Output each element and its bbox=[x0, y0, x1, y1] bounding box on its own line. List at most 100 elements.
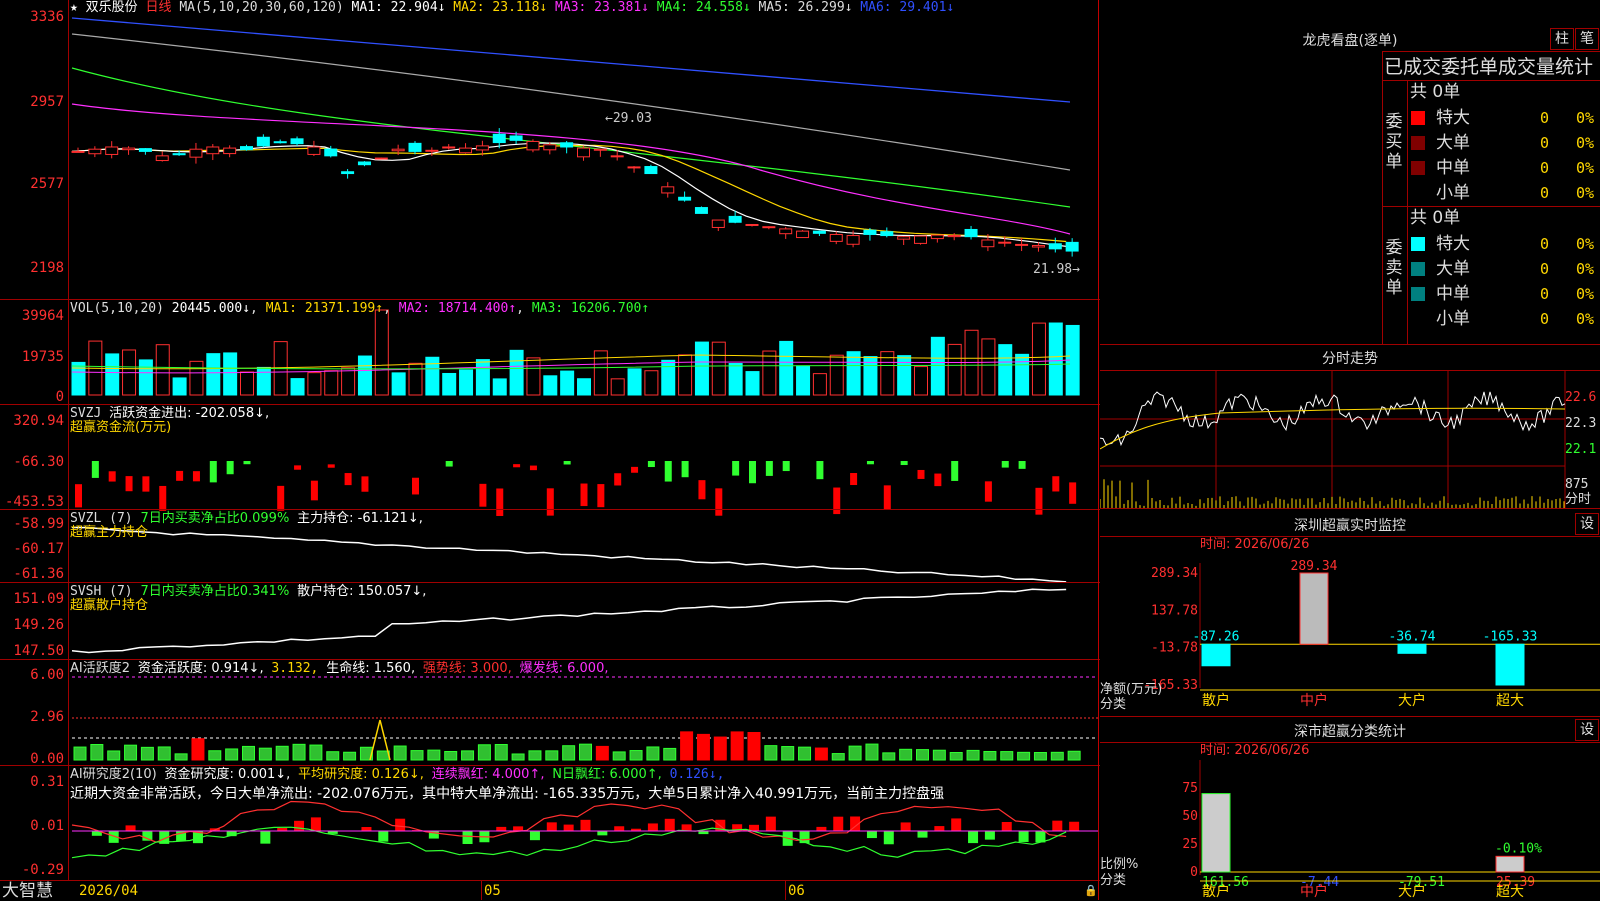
divider bbox=[1382, 51, 1600, 52]
activity-bar bbox=[344, 752, 356, 760]
volume-bar bbox=[578, 379, 591, 395]
research-bar bbox=[547, 822, 557, 831]
research-bar bbox=[395, 819, 405, 831]
activity-bar bbox=[209, 751, 221, 760]
activity-bar bbox=[967, 750, 979, 760]
ai1-burst: 爆发线: 6.000, bbox=[520, 661, 609, 676]
vol-header: VOL(5,10,20) 20445.000↓, MA1: 21371.199↑… bbox=[70, 302, 649, 316]
bar-value-label: 289.34 bbox=[1291, 559, 1338, 574]
research-bar bbox=[1052, 821, 1062, 831]
candle bbox=[915, 236, 927, 243]
activity-bar bbox=[731, 732, 743, 760]
order-count: 0 bbox=[1540, 156, 1549, 180]
volume-bar bbox=[830, 355, 843, 395]
ai1-title: AI活跃度2 bbox=[70, 661, 130, 676]
flow-bar bbox=[193, 471, 200, 481]
volume-bar bbox=[460, 370, 473, 395]
flow-bar bbox=[934, 474, 941, 487]
ma3-line bbox=[72, 104, 1070, 234]
sz-monitor-chart: 289.34137.78-13.78-165.33-87.26散户289.34中… bbox=[1100, 553, 1600, 713]
candle bbox=[342, 172, 354, 174]
divider bbox=[1407, 80, 1408, 344]
flow-bar bbox=[951, 461, 958, 481]
intraday-title: 分时走势 bbox=[1100, 348, 1600, 368]
flow-bar bbox=[1052, 476, 1059, 491]
activity-bar bbox=[546, 751, 558, 760]
y-tick: -0.29 bbox=[0, 862, 64, 878]
activity-bar bbox=[1001, 752, 1013, 760]
order-category: 小单 bbox=[1436, 181, 1470, 205]
activity-bar bbox=[1034, 753, 1046, 760]
category-label: 散户 bbox=[1202, 692, 1230, 709]
order-count: 0 bbox=[1540, 106, 1549, 130]
monitor-bar bbox=[1398, 644, 1426, 653]
y-tick: 22.3 bbox=[1565, 417, 1596, 431]
activity-bar bbox=[1018, 752, 1030, 760]
order-count: 0 bbox=[1540, 232, 1549, 256]
research-bar bbox=[682, 824, 692, 831]
candle bbox=[460, 148, 472, 153]
candle bbox=[662, 187, 674, 193]
period-label[interactable]: 日线 bbox=[146, 0, 172, 15]
sz-monitor-settings-button[interactable]: 设 bbox=[1575, 513, 1599, 535]
brand-logo[interactable]: 大智慧 bbox=[2, 882, 53, 900]
activity-bar bbox=[815, 748, 827, 760]
candle bbox=[999, 242, 1011, 243]
flow-bar bbox=[850, 473, 857, 485]
activity-bar bbox=[394, 746, 406, 760]
volume-bar bbox=[207, 354, 220, 395]
research-bar bbox=[361, 827, 371, 831]
order-percent: 0% bbox=[1576, 156, 1594, 180]
activity-bar bbox=[765, 746, 777, 760]
activity-bar bbox=[243, 746, 255, 760]
candle bbox=[173, 154, 185, 155]
flow-bar bbox=[412, 478, 419, 495]
candle bbox=[898, 237, 910, 239]
intraday-chart[interactable] bbox=[1100, 371, 1600, 508]
stock-name[interactable]: 双乐股份 bbox=[86, 0, 138, 15]
main-holding-line bbox=[72, 528, 1066, 582]
order-category: 大单 bbox=[1436, 131, 1470, 155]
candle bbox=[611, 156, 623, 157]
bar-mode-button[interactable]: 柱 bbox=[1550, 28, 1574, 50]
candle bbox=[241, 147, 253, 150]
category-swatch bbox=[1411, 136, 1425, 150]
activity-bar bbox=[445, 752, 457, 760]
volume-bar bbox=[746, 372, 759, 395]
candle bbox=[830, 234, 842, 241]
volume-bar bbox=[392, 373, 405, 395]
ma5-line bbox=[72, 34, 1070, 170]
lock-icon[interactable]: 🔒 bbox=[1084, 884, 1098, 897]
volume-bar bbox=[527, 358, 540, 395]
candle bbox=[1016, 244, 1028, 245]
divider bbox=[0, 299, 1100, 300]
activity-bar bbox=[293, 744, 305, 760]
class-bar bbox=[1202, 794, 1230, 872]
research-bar bbox=[564, 825, 574, 831]
candle bbox=[881, 232, 893, 236]
ma4-value: MA4: 24.558↓ bbox=[657, 0, 751, 15]
axis-line bbox=[68, 0, 69, 880]
activity-bar bbox=[782, 747, 794, 760]
y-tick: 3336 bbox=[0, 9, 64, 25]
category-swatch bbox=[1411, 111, 1425, 125]
high-price-note: ←29.03 bbox=[605, 112, 652, 126]
flow-bar bbox=[918, 470, 925, 479]
flow-bar bbox=[446, 461, 453, 467]
activity-bar bbox=[259, 748, 271, 760]
activity-bar bbox=[647, 747, 659, 760]
candle bbox=[864, 230, 876, 234]
y-tick: 39964 bbox=[0, 308, 64, 324]
candle bbox=[358, 162, 370, 165]
activity-bar bbox=[226, 749, 238, 760]
volume-bar bbox=[173, 378, 186, 395]
sz-class-settings-button[interactable]: 设 bbox=[1575, 719, 1599, 741]
sz-class-date: 时间: 2026/06/26 bbox=[1200, 744, 1309, 758]
candle bbox=[89, 149, 101, 154]
flow-bar bbox=[126, 476, 133, 491]
activity-bar bbox=[630, 751, 642, 760]
candle bbox=[544, 145, 556, 150]
tick-mode-button[interactable]: 笔 bbox=[1575, 28, 1599, 50]
candle bbox=[847, 236, 859, 245]
research-bar bbox=[260, 831, 270, 844]
